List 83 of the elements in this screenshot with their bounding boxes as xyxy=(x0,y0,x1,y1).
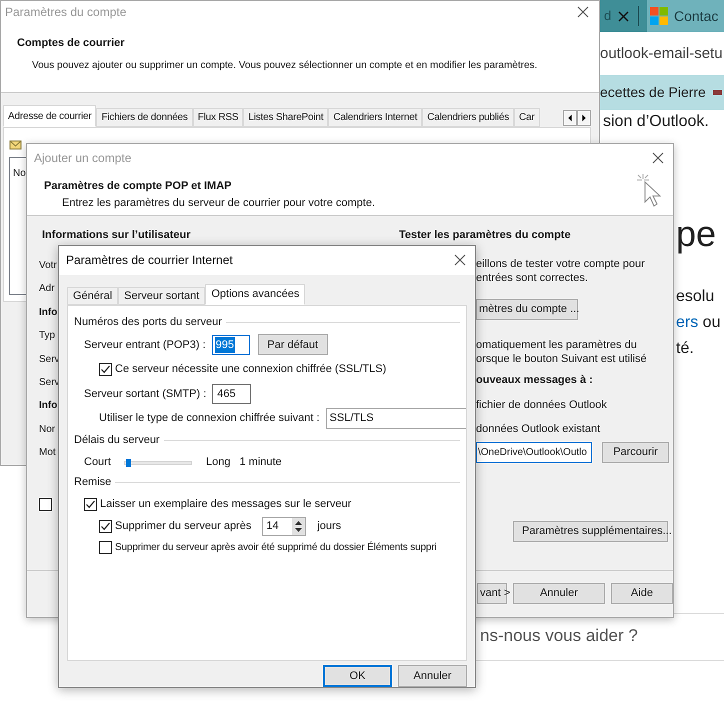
tab[interactable]: Fichiers de données xyxy=(96,108,193,127)
checkbox[interactable] xyxy=(99,363,112,376)
section-heading: Paramètres de compte POP et IMAP xyxy=(44,179,232,194)
field-label: Votr xyxy=(39,259,58,273)
port-field[interactable]: 995 xyxy=(212,334,250,355)
checkbox-label[interactable]: Ce serveur nécessite une connexion chiffrée (SSL/TLS) xyxy=(115,361,386,378)
page-text: esolu xyxy=(676,287,714,307)
field-label: Mot xyxy=(39,446,57,460)
group-title: Délais du serveur xyxy=(74,432,160,448)
tab[interactable]: Car xyxy=(514,108,540,127)
description-text: eillons de tester votre compte pour xyxy=(476,257,646,271)
description-text: orsque le bouton Suivant est utilisé xyxy=(476,352,648,366)
section-heading: Informations sur l’utilisateur xyxy=(41,229,192,243)
page-link[interactable]: ers xyxy=(676,310,698,336)
mail-icon[interactable] xyxy=(9,138,23,151)
tab[interactable]: Adresse de courrier xyxy=(3,105,96,127)
unit-label: jours xyxy=(317,519,342,534)
option-label[interactable]: fichier de données Outlook xyxy=(476,396,669,413)
days-spinner[interactable]: 14 xyxy=(262,516,306,536)
page-text: sion d’Outlook. xyxy=(603,112,709,132)
dialog-button[interactable]: Aide xyxy=(610,582,673,604)
checkbox[interactable] xyxy=(99,540,112,554)
bookmark-link[interactable]: ecettes de Pierre xyxy=(600,82,706,103)
field-label: Utiliser le type de connexion chiffrée suivant : xyxy=(99,411,320,426)
field-label: Nor xyxy=(39,422,56,437)
checkbox[interactable] xyxy=(39,498,52,511)
group-title: Remise xyxy=(74,474,112,490)
bookmark-icon[interactable] xyxy=(713,88,722,96)
scroll-left-icon[interactable] xyxy=(563,110,577,126)
browse-button[interactable]: Parcourir xyxy=(602,442,669,462)
tab[interactable]: Général xyxy=(67,286,118,305)
test-settings-button[interactable]: mètres du compte ... xyxy=(476,299,578,320)
tab[interactable]: Flux RSS xyxy=(192,108,244,127)
section-heading: Tester les paramètres du compte xyxy=(399,229,572,243)
checkbox-label[interactable]: Laisser un exemplaire des messages sur le serveur xyxy=(100,496,352,513)
field-label: Info xyxy=(39,399,58,414)
close-icon[interactable] xyxy=(618,10,629,22)
page-text: ou xyxy=(702,313,720,333)
field-label: Typ xyxy=(39,329,56,344)
logo-icon xyxy=(650,7,668,25)
page-text: té. xyxy=(676,339,694,359)
close-icon[interactable] xyxy=(652,152,664,164)
tab[interactable]: Calendriers Internet xyxy=(328,108,422,127)
port-field[interactable]: 465 xyxy=(212,384,252,404)
tab[interactable]: Serveur sortant xyxy=(118,286,206,305)
group-title: Numéros des ports du serveur xyxy=(74,314,222,330)
checkbox-label[interactable]: Supprimer du serveur après xyxy=(115,518,252,535)
window-title: Ajouter un compte xyxy=(34,150,132,167)
section-heading: Comptes de courrier xyxy=(17,36,126,51)
dialog-button[interactable]: Annuler xyxy=(513,582,605,604)
slider-thumb[interactable] xyxy=(126,458,132,467)
file-path-field[interactable]: \OneDrive\Outlook\Outlo xyxy=(476,442,592,462)
dialog-button[interactable]: Annuler xyxy=(398,664,467,687)
description-text: Vous pouvez ajouter ou supprimer un compte. Vous pouvez sélectionner un compte et en modifier les paramètres. xyxy=(31,58,538,72)
description-text: Entrez les paramètres du serveur de courrier pour votre compte. xyxy=(61,196,376,210)
page-heading: pe xyxy=(676,216,716,252)
tab[interactable]: Listes SharePoint xyxy=(243,108,328,127)
field-label: Serveur entrant (POP3) : xyxy=(84,338,206,353)
slider-label: Long xyxy=(206,455,230,470)
tab[interactable]: Calendriers publiés xyxy=(422,108,514,127)
window-title: Paramètres de courrier Internet xyxy=(66,252,233,270)
section-heading: ouveaux messages à : xyxy=(476,373,594,388)
tab[interactable]: Options avancées xyxy=(205,284,306,305)
checkbox-label[interactable]: Supprimer du serveur après avoir été supprimé du dossier Éléments suppri xyxy=(115,540,437,555)
option-label[interactable]: données Outlook existant xyxy=(476,421,669,438)
checkbox[interactable] xyxy=(84,498,97,512)
encryption-select[interactable]: SSL/TLS xyxy=(326,408,466,429)
checkbox[interactable] xyxy=(99,520,112,533)
description-text: omatiquement les paramètres du xyxy=(476,338,638,352)
page-heading: ns-nous vous aider ? xyxy=(480,625,638,647)
dialog-button[interactable]: OK xyxy=(323,664,392,687)
window-title: Paramètres du compte xyxy=(5,4,126,21)
description-text: entrées sont correctes. xyxy=(476,271,589,285)
close-icon[interactable] xyxy=(577,6,589,18)
field-label: Serveur sortant (SMTP) : xyxy=(84,386,206,402)
timeout-reading: 1 minute xyxy=(239,455,282,470)
field-label: Info xyxy=(39,306,58,320)
default-button[interactable]: Par défaut xyxy=(258,334,328,356)
close-icon[interactable] xyxy=(454,254,466,266)
list-item[interactable]: No xyxy=(13,168,26,179)
field-label: Adr xyxy=(39,282,56,296)
slider-label: Court xyxy=(84,455,112,470)
scroll-right-icon[interactable] xyxy=(577,110,591,126)
